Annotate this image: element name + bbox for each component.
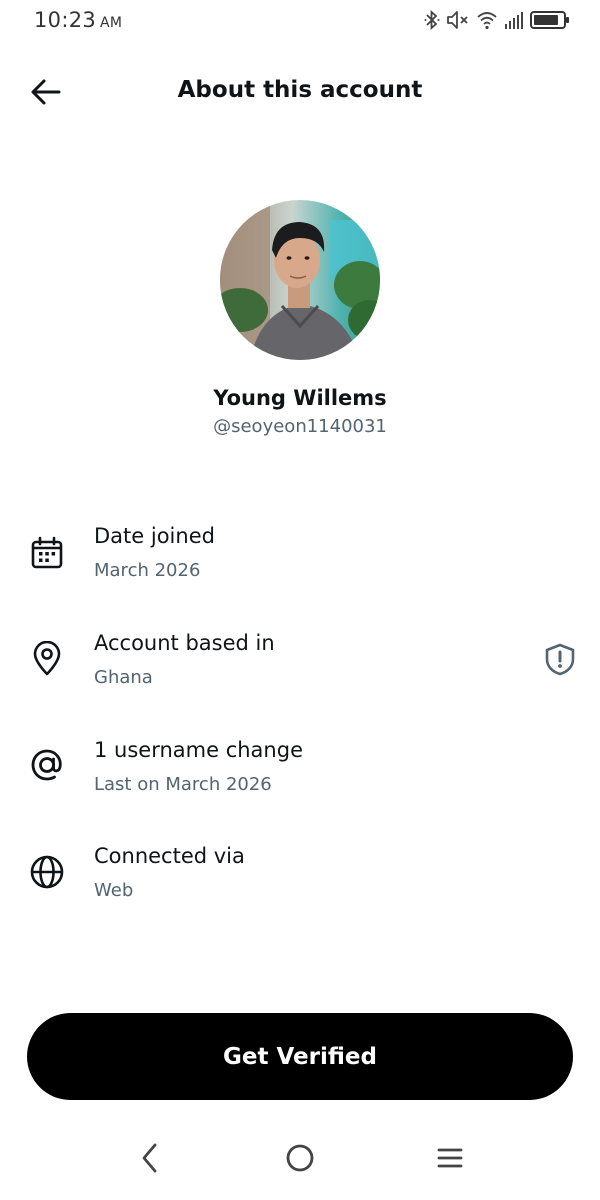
circle-home-icon — [285, 1143, 315, 1177]
info-subtitle: March 2026 — [94, 560, 201, 581]
status-time-value: 10:23 — [34, 8, 97, 32]
signal-icon — [504, 9, 524, 31]
calendar-icon — [28, 534, 66, 572]
status-time: 10:23 AM — [34, 8, 122, 32]
get-verified-button[interactable]: Get Verified — [27, 1013, 573, 1100]
info-subtitle: Last on March 2026 — [94, 774, 272, 795]
nav-back-button[interactable] — [128, 1140, 172, 1180]
globe-icon — [28, 853, 66, 891]
wifi-icon — [476, 9, 498, 31]
bluetooth-icon — [424, 9, 440, 31]
system-nav-bar — [0, 1130, 600, 1190]
status-time-ampm: AM — [100, 15, 123, 31]
page-title: About this account — [177, 77, 423, 103]
profile-handle: @seoyeon1140031 — [213, 416, 387, 437]
shield-alert-icon[interactable] — [542, 641, 578, 677]
info-title: 1 username change — [94, 738, 303, 762]
info-row-username-change: 1 username change Last on March 2026 — [0, 734, 600, 814]
avatar[interactable] — [220, 200, 380, 360]
status-bar: 10:23 AM — [0, 0, 600, 44]
info-subtitle: Ghana — [94, 667, 153, 688]
nav-home-button[interactable] — [278, 1140, 322, 1180]
info-subtitle: Web — [94, 880, 134, 901]
menu-lines-icon — [436, 1146, 464, 1174]
profile-name: Young Willems — [213, 386, 387, 410]
at-sign-icon — [28, 746, 66, 784]
status-icons — [424, 8, 570, 32]
mute-icon — [446, 9, 470, 31]
info-title: Date joined — [94, 524, 215, 548]
chevron-left-icon — [140, 1142, 160, 1178]
info-row-account-based-in: Account based in Ghana — [0, 627, 600, 707]
info-title: Connected via — [94, 844, 245, 868]
battery-icon — [530, 9, 570, 31]
nav-menu-button[interactable] — [428, 1140, 472, 1180]
info-row-connected-via: Connected via Web — [0, 840, 600, 920]
location-pin-icon — [28, 640, 66, 678]
info-title: Account based in — [94, 631, 275, 655]
info-row-date-joined: Date joined March 2026 — [0, 520, 600, 600]
